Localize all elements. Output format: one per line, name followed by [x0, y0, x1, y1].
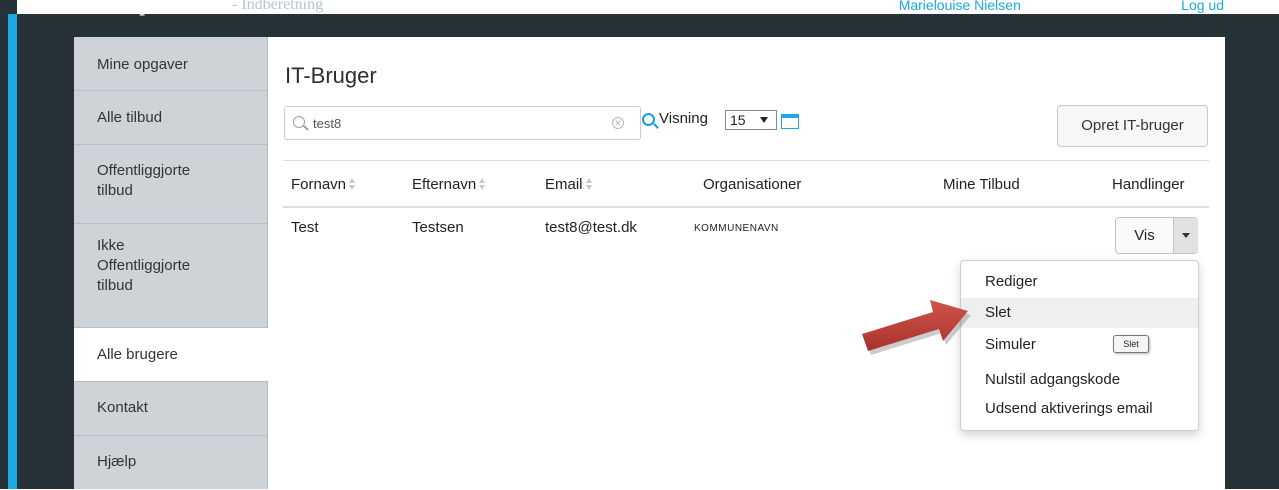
table-top-border: [283, 160, 1209, 161]
menu-item-udsend-aktiverings-email[interactable]: Udsend aktiverings email: [961, 394, 1198, 424]
sidebar-item-label: Ikke Offentliggjorte tilbud: [97, 237, 191, 294]
menu-item-nulstil-adgangskode[interactable]: Nulstil adgangskode: [961, 365, 1198, 395]
column-header-efternavn[interactable]: Efternavn: [412, 176, 486, 193]
table-header-divider: [283, 206, 1209, 208]
vis-split-button: Vis: [1115, 217, 1198, 254]
municipality-text: / Albertslund Kommune /: [1020, 0, 1182, 13]
cell-email: test8@test.dk: [545, 219, 637, 236]
sidebar-item-label: Mine opgaver: [97, 56, 188, 73]
sidebar: Mine opgaver Alle tilbud Offentliggjorte…: [74, 37, 268, 489]
select-arrow-icon: [760, 117, 768, 123]
menu-item-rediger[interactable]: Rediger: [961, 267, 1198, 297]
search-box: ✕: [284, 106, 641, 140]
sidebar-item-label: Offentliggjorte tilbud: [97, 162, 191, 199]
user-line: Marielouise Nielsen / Albertslund Kommun…: [899, 0, 1224, 14]
visning-label: Visning: [659, 110, 708, 127]
sort-icon: [479, 178, 486, 190]
sidebar-item-alle-brugere[interactable]: Alle brugere: [74, 328, 268, 382]
column-header-email[interactable]: Email: [545, 176, 592, 193]
sidebar-item-ikke-offentliggjorte-tilbud[interactable]: Ikke Offentliggjorte tilbud: [74, 224, 267, 328]
sort-icon: [585, 178, 592, 190]
header-strip: [17, 14, 1279, 37]
sidebar-item-hjaelp[interactable]: Hjælp: [74, 436, 267, 490]
create-it-user-button[interactable]: Opret IT-bruger: [1057, 105, 1208, 147]
sidebar-item-alle-tilbud[interactable]: Alle tilbud: [74, 91, 267, 145]
brand-subtitle: - Indberetning: [232, 0, 324, 13]
calendar-icon[interactable]: [781, 114, 799, 129]
sidebar-item-mine-opgaver[interactable]: Mine opgaver: [74, 37, 267, 91]
menu-item-simuler[interactable]: Simuler: [961, 330, 1198, 360]
user-name-link[interactable]: Marielouise Nielsen: [899, 0, 1021, 13]
sidebar-item-label: Hjælp: [97, 453, 137, 470]
tooltip: Slet: [1113, 335, 1149, 353]
annotation-arrow-icon: [862, 300, 971, 355]
chevron-down-icon: [1182, 233, 1190, 238]
accent-bar: [8, 14, 17, 489]
cell-fornavn: Test: [291, 219, 319, 236]
sidebar-item-label: Kontakt: [97, 399, 148, 416]
search-input[interactable]: [313, 114, 593, 132]
column-header-label: Efternavn: [412, 176, 477, 193]
cell-organisationer: KOMMUNENAVN: [694, 223, 779, 234]
sidebar-item-label: Alle brugere: [97, 346, 178, 363]
column-header-organisationer: Organisationer: [703, 176, 802, 193]
search-submit-icon[interactable]: [642, 113, 655, 126]
visning-select[interactable]: 15: [725, 110, 777, 130]
visning-value: 15: [730, 112, 746, 128]
cell-efternavn: Testsen: [412, 219, 464, 236]
brand-title: Tilbudsportalen: [74, 0, 212, 16]
column-header-label: Email: [545, 176, 583, 193]
page-title: IT-Bruger: [285, 63, 377, 88]
vis-button[interactable]: Vis: [1116, 218, 1173, 253]
actions-dropdown-menu: Rediger Slet Simuler Nulstil adgangskode…: [960, 260, 1199, 431]
logout-link[interactable]: Log ud: [1181, 0, 1224, 13]
column-header-handlinger: Handlinger: [1112, 176, 1185, 193]
column-header-mine-tilbud: Mine Tilbud: [943, 176, 1020, 193]
vis-dropdown-toggle[interactable]: [1173, 218, 1198, 253]
search-icon: [293, 116, 305, 128]
sort-icon: [349, 178, 356, 190]
sidebar-item-label: Alle tilbud: [97, 109, 163, 126]
column-header-label: Fornavn: [291, 176, 347, 193]
clear-icon[interactable]: ✕: [612, 117, 624, 129]
menu-item-slet[interactable]: Slet: [961, 298, 1198, 328]
sidebar-item-kontakt[interactable]: Kontakt: [74, 382, 267, 436]
column-header-fornavn[interactable]: Fornavn: [291, 176, 356, 193]
sidebar-item-offentliggjorte-tilbud[interactable]: Offentliggjorte tilbud: [74, 145, 267, 224]
